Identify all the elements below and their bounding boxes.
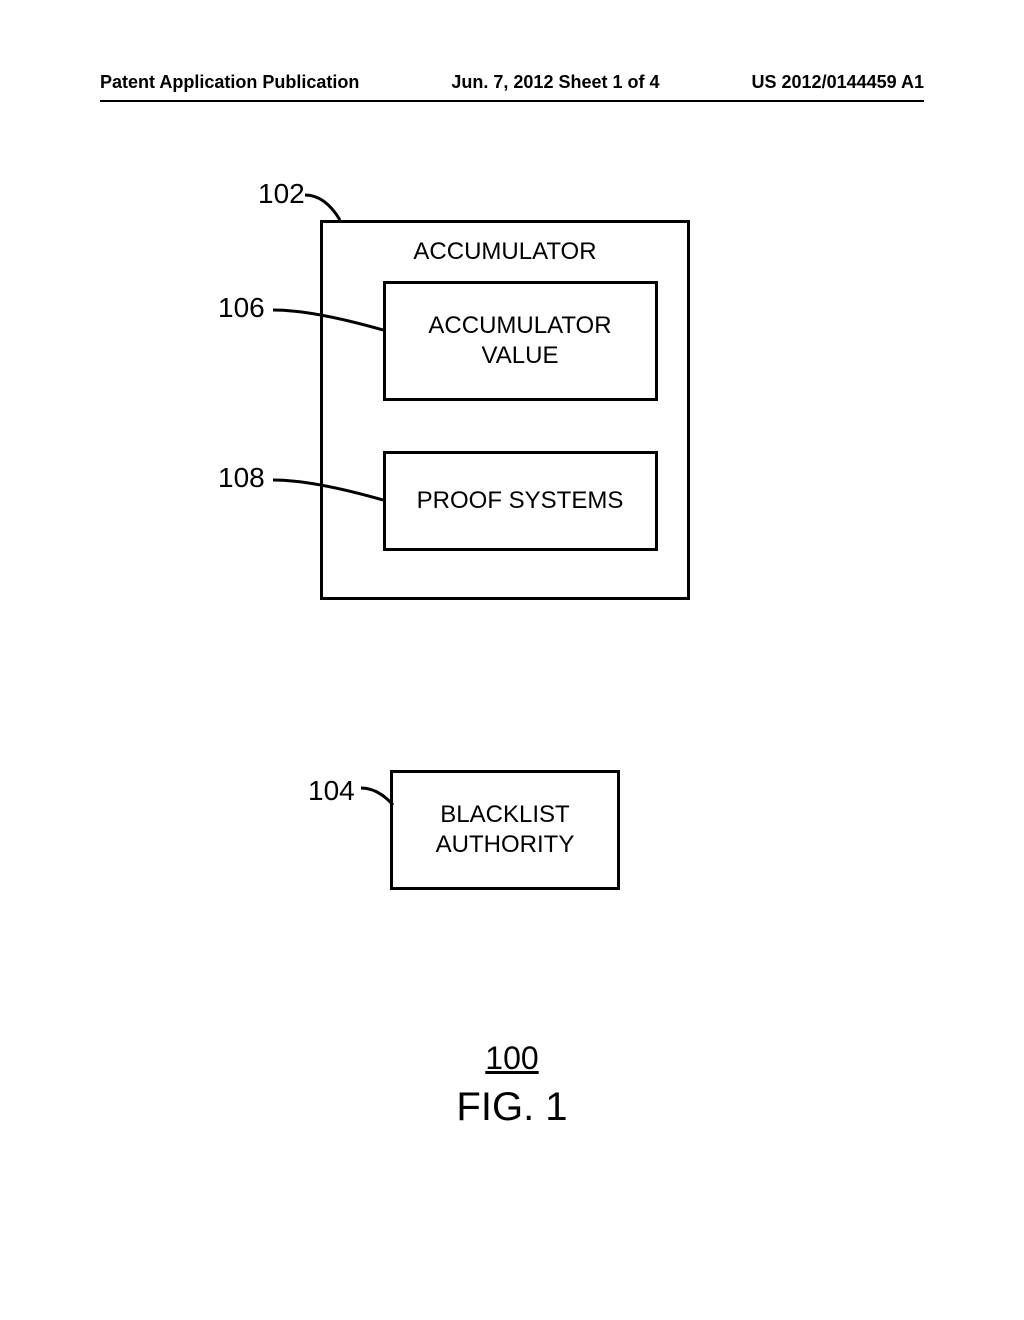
accumulator-value-block: ACCUMULATOR VALUE (383, 281, 658, 401)
blacklist-authority-block: BLACKLIST AUTHORITY (390, 770, 620, 890)
header-center: Jun. 7, 2012 Sheet 1 of 4 (451, 72, 659, 93)
proof-systems-text: PROOF SYSTEMS (417, 486, 624, 516)
reference-label-108: 108 (218, 462, 265, 494)
accumulator-title: ACCUMULATOR (413, 238, 596, 266)
blacklist-line1: BLACKLIST (440, 800, 569, 830)
reference-label-106: 106 (218, 292, 265, 324)
proof-systems-block: PROOF SYSTEMS (383, 451, 658, 551)
header-left: Patent Application Publication (100, 72, 359, 93)
accumulator-value-line2: VALUE (482, 341, 559, 371)
reference-label-104: 104 (308, 775, 355, 807)
header-divider (100, 100, 924, 102)
reference-label-102: 102 (258, 178, 305, 210)
figure-caption: FIG. 1 (0, 1085, 1024, 1130)
page-header: Patent Application Publication Jun. 7, 2… (0, 72, 1024, 93)
accumulator-value-line1: ACCUMULATOR (428, 311, 611, 341)
accumulator-block: ACCUMULATOR ACCUMULATOR VALUE PROOF SYST… (320, 220, 690, 600)
blacklist-line2: AUTHORITY (436, 830, 575, 860)
figure-reference-number: 100 (0, 1040, 1024, 1077)
header-right: US 2012/0144459 A1 (752, 72, 924, 93)
